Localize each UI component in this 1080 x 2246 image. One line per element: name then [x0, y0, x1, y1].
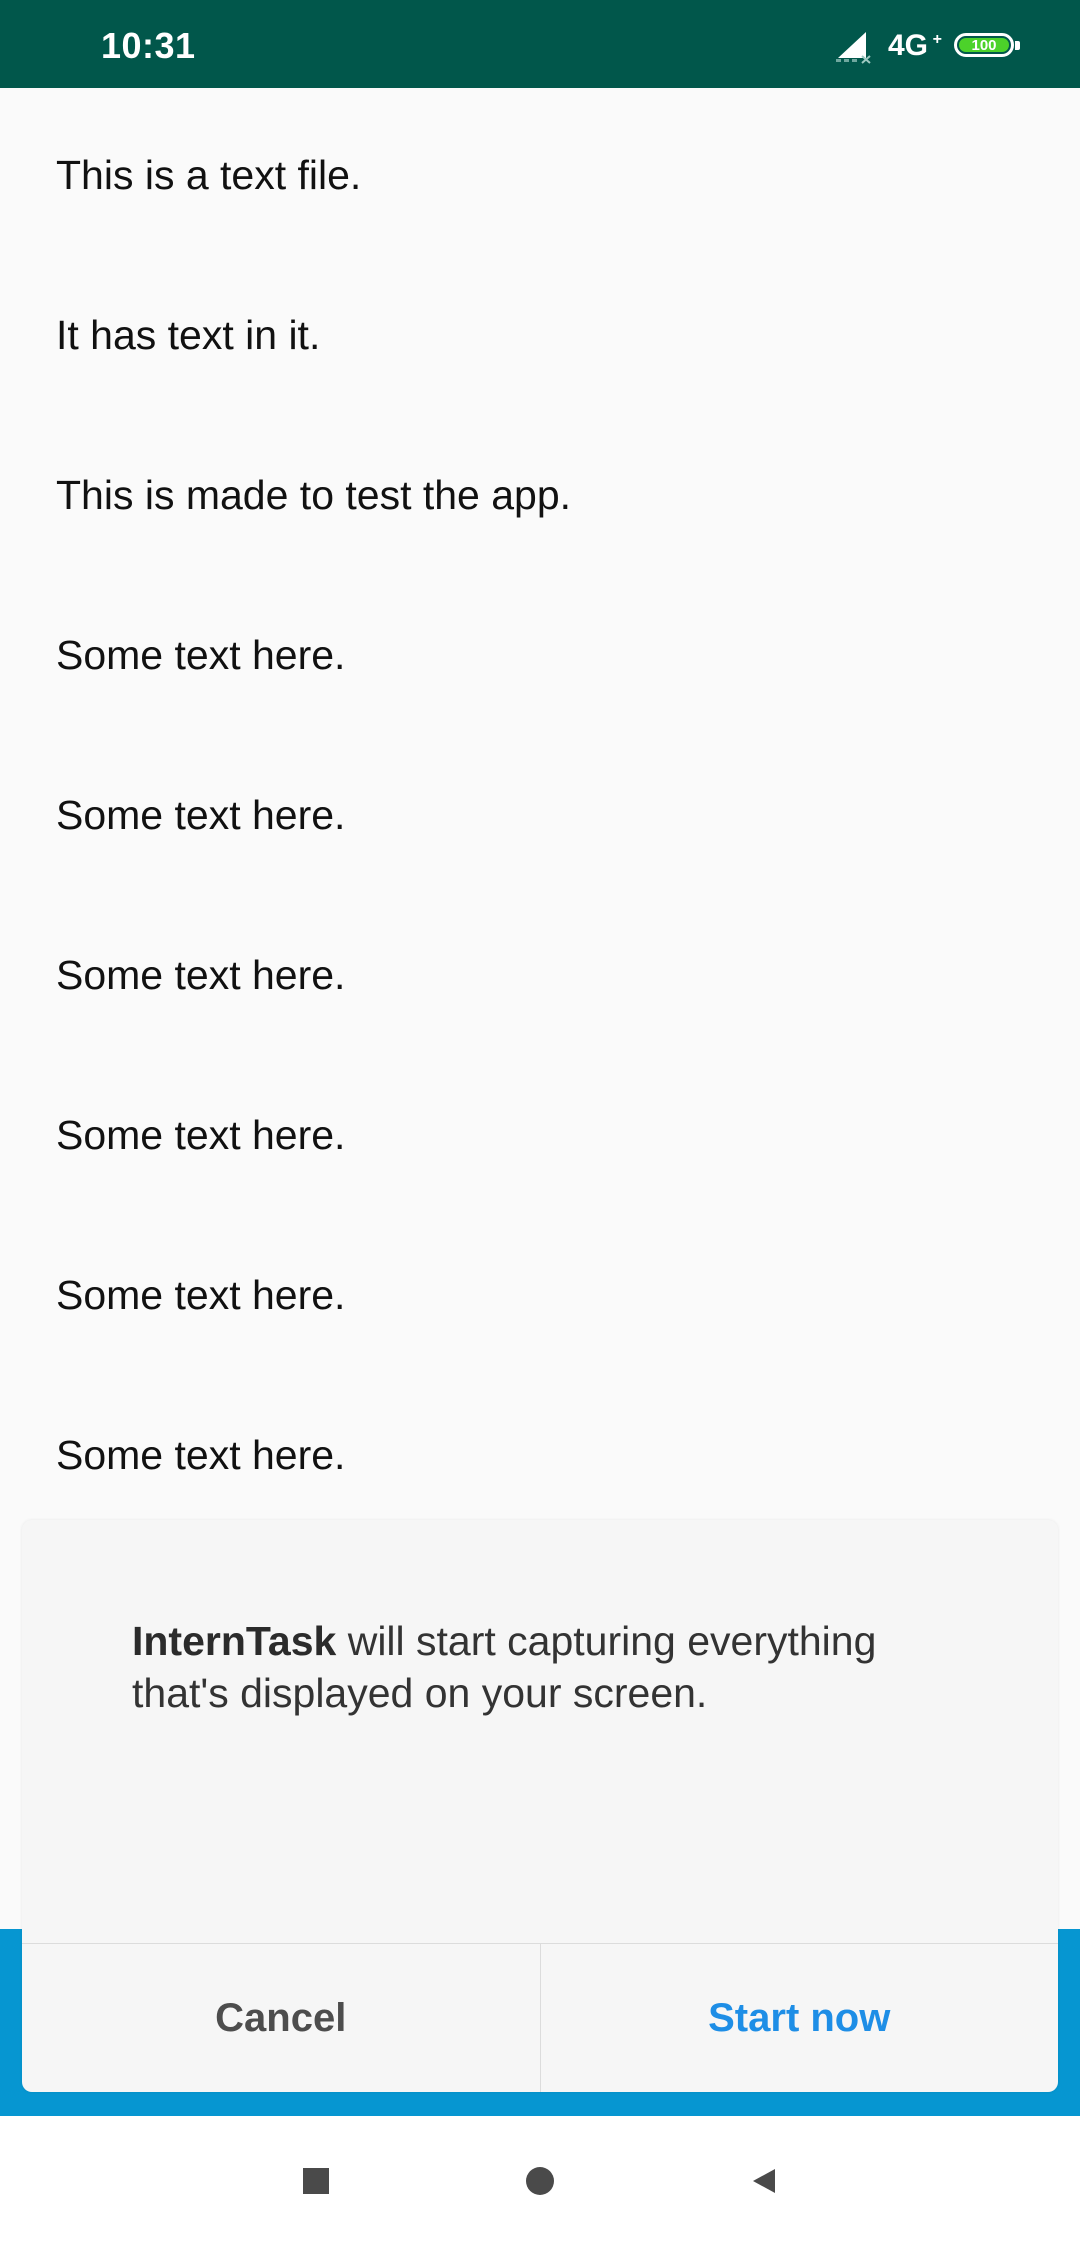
home-button[interactable] — [480, 2116, 600, 2246]
text-line: Some text here. — [56, 792, 346, 838]
text-line: Some text here. — [56, 1432, 346, 1478]
text-line: This is a text file. — [56, 152, 362, 198]
status-icons: 4G + 100 — [834, 24, 1022, 68]
circle-home-icon — [526, 2167, 554, 2195]
battery-level: 100 — [959, 38, 1009, 54]
text-line: Some text here. — [56, 632, 346, 678]
signal-icon — [835, 32, 871, 64]
dialog-message: InternTask will start capturing everythi… — [132, 1615, 982, 1719]
text-line: Some text here. — [56, 952, 346, 998]
status-bar: 10:31 4G + 100 — [0, 0, 1080, 88]
start-now-button[interactable]: Start now — [541, 1944, 1059, 2092]
square-recents-icon — [303, 2168, 329, 2194]
text-line: It has text in it. — [56, 312, 321, 358]
dialog-button-bar: Cancel Start now — [22, 1943, 1058, 2092]
triangle-back-icon — [753, 2169, 775, 2193]
text-line: Some text here. — [56, 1112, 346, 1158]
battery-icon: 100 — [954, 31, 1022, 61]
recents-button[interactable] — [256, 2116, 376, 2246]
network-activity-indicator: + — [932, 31, 942, 48]
dialog-app-name: InternTask — [132, 1618, 337, 1664]
network-label: 4G — [887, 29, 928, 62]
navigation-bar — [0, 2116, 1080, 2246]
text-line: Some text here. — [56, 1272, 346, 1318]
network-type: 4G + — [888, 28, 942, 64]
status-time: 10:31 — [101, 25, 196, 66]
back-button[interactable] — [704, 2116, 824, 2246]
text-line: This is made to test the app. — [56, 472, 572, 518]
screen-capture-dialog: InternTask will start capturing everythi… — [22, 1520, 1058, 2092]
cancel-button[interactable]: Cancel — [22, 1944, 541, 2092]
